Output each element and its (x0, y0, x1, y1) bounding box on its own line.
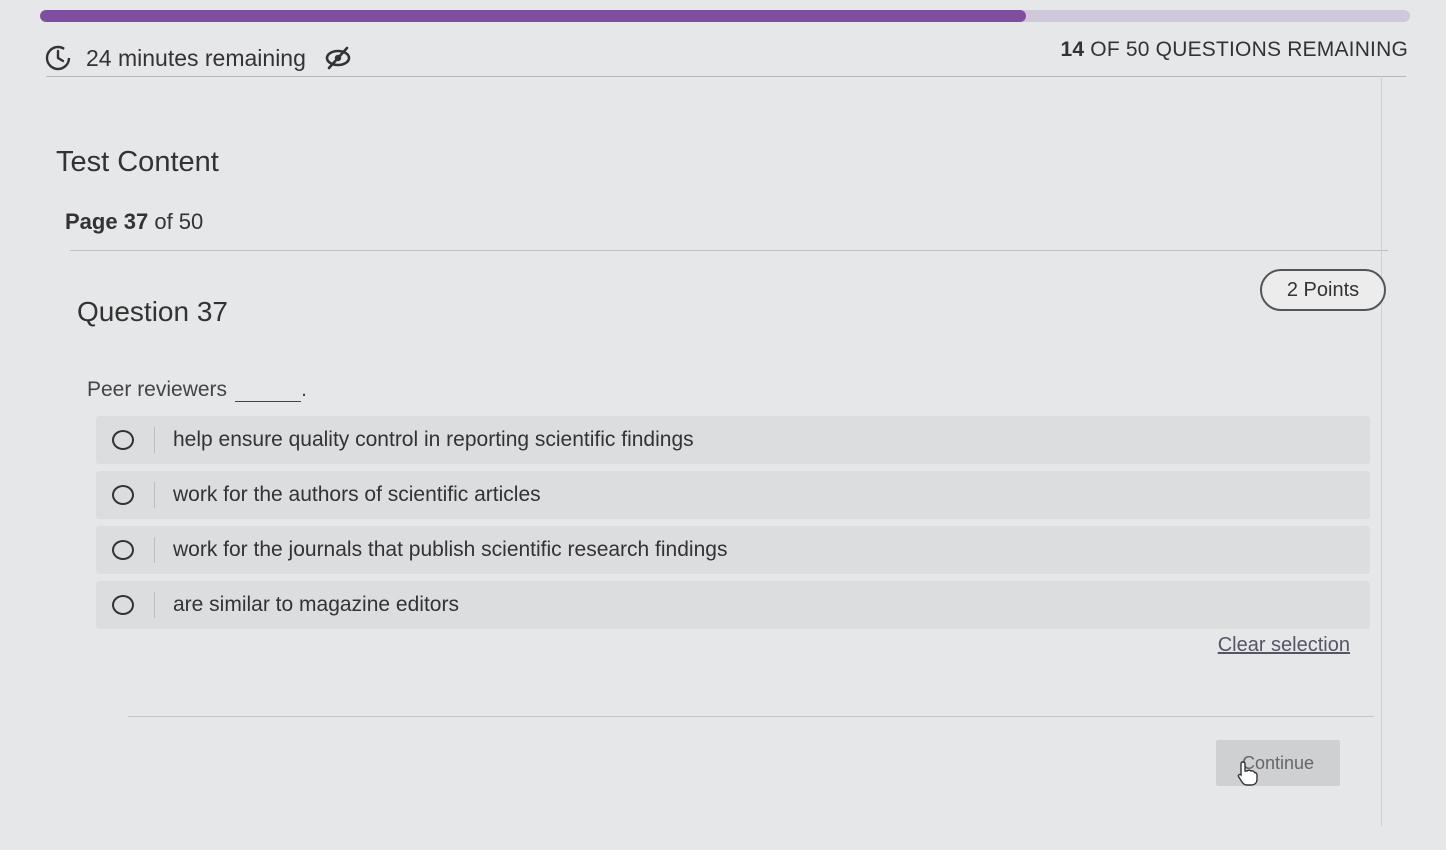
answer-options: help ensure quality control in reporting… (96, 416, 1370, 636)
continue-button[interactable]: Continue (1216, 740, 1340, 786)
progress-bar (40, 10, 1410, 22)
radio-button[interactable] (112, 540, 134, 560)
option-divider (154, 482, 155, 508)
question-stem-end: . (301, 378, 307, 401)
answer-blank (235, 385, 302, 402)
clear-selection-link[interactable]: Clear selection (1218, 634, 1350, 657)
page-current: 37 (123, 209, 149, 234)
radio-button[interactable] (112, 430, 134, 450)
option-divider (154, 427, 155, 453)
questions-remaining-count: 14 (1060, 38, 1085, 61)
answer-option-text: help ensure quality control in reporting… (173, 428, 694, 451)
questions-remaining: 14 OF 50 QUESTIONS REMAINING (1060, 38, 1408, 62)
option-divider (154, 537, 155, 563)
timer-icon (44, 44, 72, 72)
answer-option-4[interactable]: are similar to magazine editors (96, 581, 1370, 629)
option-divider (154, 592, 155, 618)
page-label: Page (65, 209, 118, 234)
footer-divider (128, 716, 1374, 717)
question-stem-text: Peer reviewers (87, 378, 228, 401)
header-divider (46, 76, 1406, 77)
continue-label: Continue (1241, 752, 1315, 773)
quiz-page: 24 minutes remaining 14 OF 50 QUESTIONS … (0, 0, 1446, 850)
answer-option-1[interactable]: help ensure quality control in reporting… (96, 416, 1370, 464)
page-indicator: Page 37 of 50 (65, 209, 203, 235)
page-total: of 50 (154, 209, 204, 234)
answer-option-2[interactable]: work for the authors of scientific artic… (96, 471, 1370, 519)
questions-remaining-label: OF 50 QUESTIONS REMAINING (1090, 38, 1408, 61)
section-title: Test Content (56, 146, 219, 178)
answer-option-text: work for the journals that publish scien… (173, 538, 728, 561)
answer-option-text: are similar to magazine editors (173, 593, 459, 616)
panel-edge (1381, 76, 1382, 826)
question-title: Question 37 (77, 296, 228, 327)
question-stem: Peer reviewers . (87, 378, 307, 402)
section-divider (70, 250, 1388, 251)
progress-bar-fill (40, 10, 1027, 22)
timer-text: 24 minutes remaining (86, 44, 306, 71)
hide-timer-icon[interactable] (324, 45, 352, 71)
radio-button[interactable] (112, 485, 134, 505)
answer-option-3[interactable]: work for the journals that publish scien… (96, 526, 1370, 574)
timer: 24 minutes remaining (44, 44, 352, 72)
answer-option-text: work for the authors of scientific artic… (173, 483, 541, 506)
radio-button[interactable] (112, 595, 134, 615)
points-badge: 2 Points (1260, 269, 1386, 311)
